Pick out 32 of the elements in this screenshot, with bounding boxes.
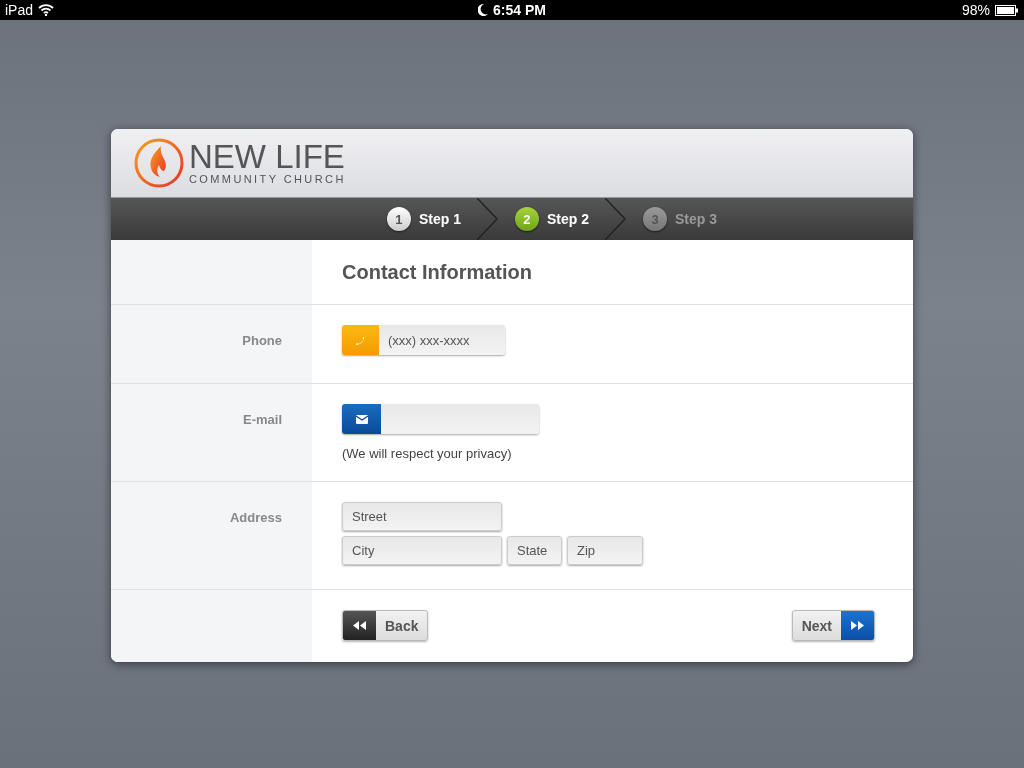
email-field[interactable] xyxy=(342,404,539,434)
street-field[interactable]: Street xyxy=(342,502,502,531)
privacy-note: (We will respect your privacy) xyxy=(342,446,513,461)
chevron-divider xyxy=(477,198,499,240)
clock-time: 6:54 PM xyxy=(493,2,546,18)
step-label[interactable]: Step 2 xyxy=(547,211,589,227)
step-number: 2 xyxy=(515,207,539,231)
form-title: Contact Information xyxy=(342,261,533,284)
logo-subtitle: COMMUNITY CHURCH xyxy=(189,173,346,185)
battery-percent: 98% xyxy=(962,2,990,18)
logo-title: NEW LIFE xyxy=(189,141,346,173)
flame-logo-icon xyxy=(133,137,185,189)
rewind-icon xyxy=(353,621,366,630)
state-field[interactable]: State xyxy=(507,536,562,565)
city-field[interactable]: City xyxy=(342,536,502,565)
zip-field[interactable]: Zip xyxy=(567,536,643,565)
step-label[interactable]: Step 1 xyxy=(418,211,461,227)
step-number: 1 xyxy=(386,207,411,231)
phone-label: Phone xyxy=(242,333,282,348)
envelope-icon xyxy=(355,414,368,424)
back-button[interactable]: Back xyxy=(342,610,429,641)
wifi-icon xyxy=(38,4,55,16)
next-button[interactable]: Next xyxy=(791,610,875,641)
fast-forward-icon xyxy=(851,621,864,630)
phone-icon xyxy=(355,334,366,346)
moon-icon xyxy=(478,4,489,16)
device-name: iPad xyxy=(5,2,34,18)
step-label[interactable]: Step 3 xyxy=(675,211,717,227)
address-label: Address xyxy=(229,510,282,525)
battery-icon xyxy=(995,4,1019,16)
email-label: E-mail xyxy=(243,412,282,427)
chevron-divider xyxy=(605,198,627,240)
